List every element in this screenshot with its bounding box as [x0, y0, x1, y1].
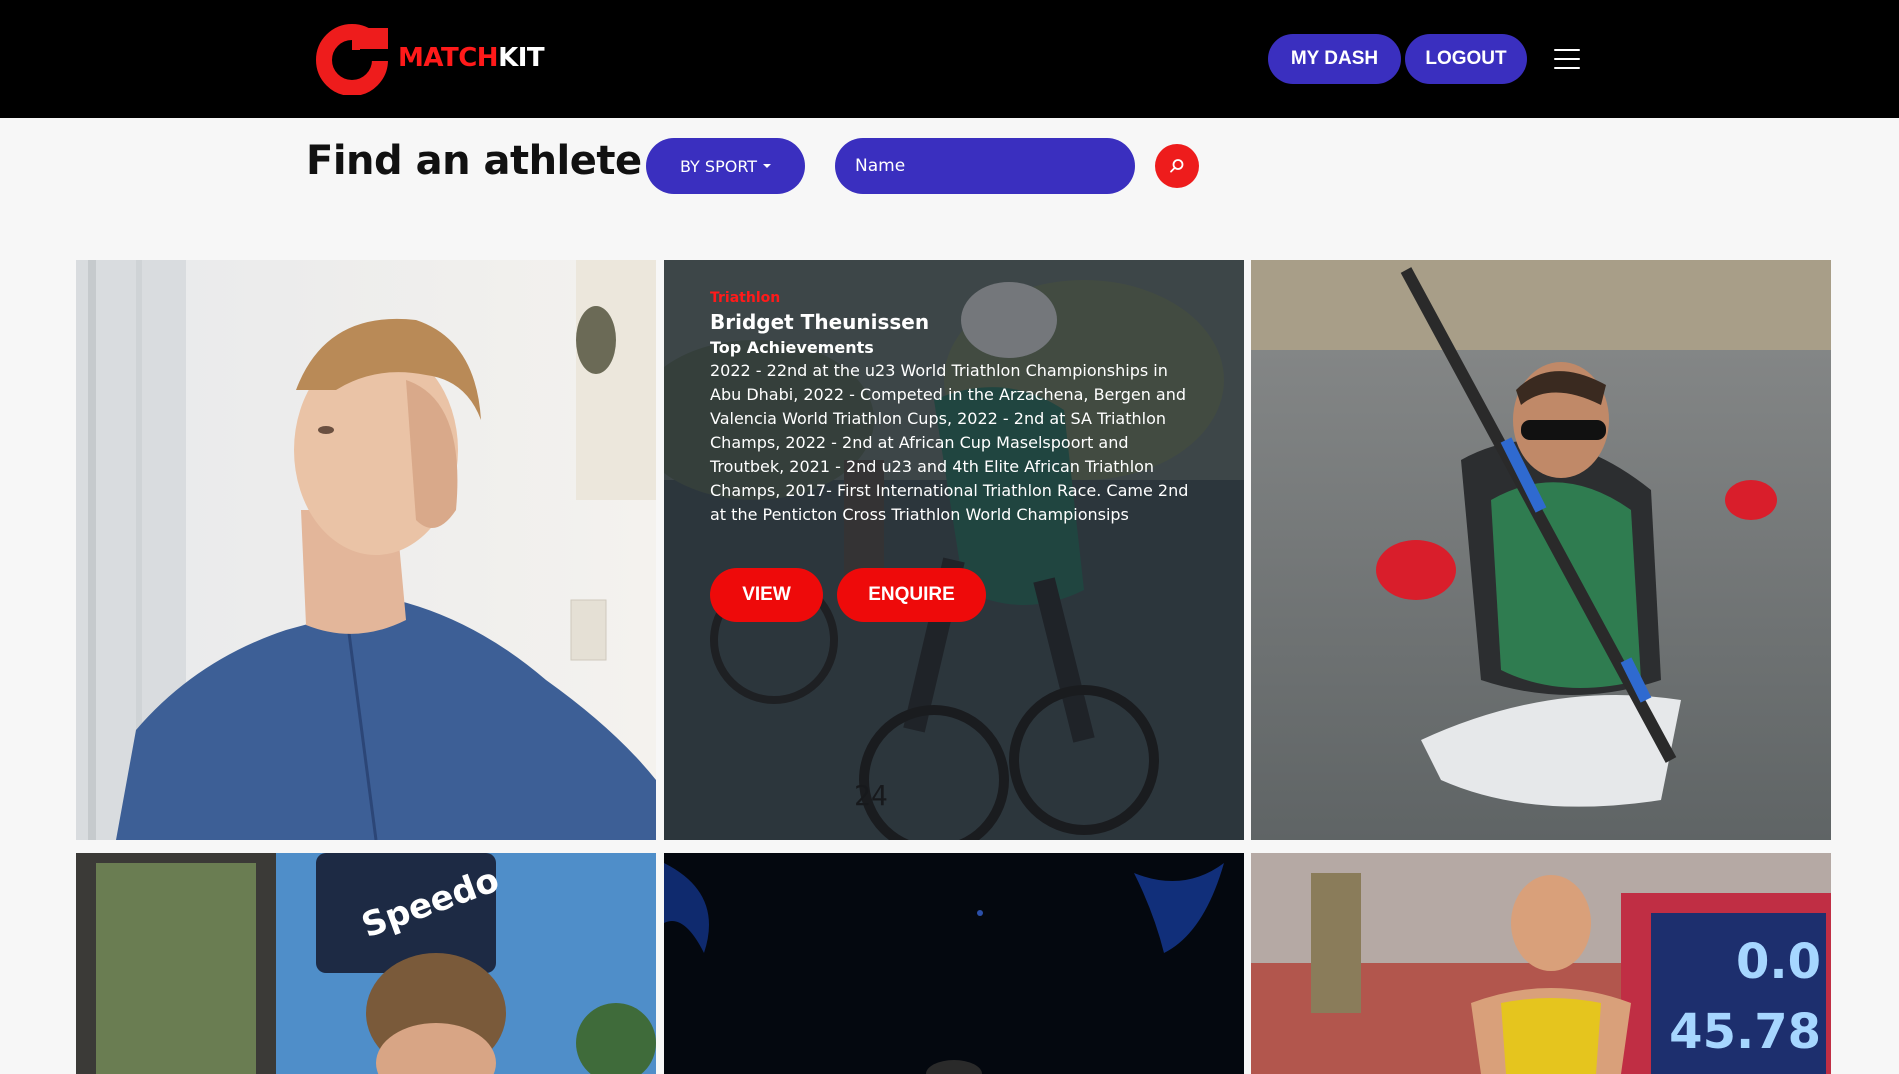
sport-filter-label: BY SPORT: [679, 156, 758, 176]
brand-wordmark: MATCHKIT: [398, 42, 545, 73]
site-header: MATCHKIT MY DASH LOGOUT: [0, 0, 1899, 118]
search-button[interactable]: [1155, 144, 1199, 188]
view-button[interactable]: VIEW: [710, 568, 823, 622]
hamburger-icon[interactable]: [1554, 49, 1580, 69]
athlete-card[interactable]: [1251, 260, 1831, 840]
athlete-details: Triathlon Bridget Theunissen Top Achieve…: [710, 290, 1200, 527]
athlete-card[interactable]: 0.0 45.78: [1251, 853, 1831, 1074]
name-search-input[interactable]: [835, 138, 1135, 194]
athlete-card[interactable]: [664, 853, 1244, 1074]
athlete-photo: [664, 853, 1244, 1074]
enquire-button[interactable]: ENQUIRE: [837, 568, 986, 622]
scoreboard-time: 45.78: [1669, 1004, 1821, 1060]
scoreboard-reading: 0.0: [1736, 934, 1821, 990]
achievements-text: 2022 - 22nd at the u23 World Triathlon C…: [710, 361, 1189, 524]
my-dash-button[interactable]: MY DASH: [1268, 34, 1401, 84]
matchkit-logo-icon: [316, 24, 390, 95]
athlete-name: Bridget Theunissen: [710, 310, 930, 334]
athlete-photo: Speedo: [76, 853, 656, 1074]
achievements-heading: Top Achievements: [710, 338, 874, 357]
search-icon: [1170, 159, 1184, 173]
athlete-photo: [1251, 260, 1831, 840]
logout-button[interactable]: LOGOUT: [1405, 34, 1527, 84]
card-actions: VIEW ENQUIRE: [710, 568, 986, 622]
sport-filter-dropdown[interactable]: BY SPORT: [646, 138, 805, 194]
athlete-photo: 0.0 45.78: [1251, 853, 1831, 1074]
athlete-card[interactable]: [76, 260, 656, 840]
page-title: Find an athlete: [306, 138, 642, 184]
brand-logo[interactable]: MATCHKIT: [315, 20, 545, 95]
featured-athlete-card[interactable]: 24 Triathlon Bridget Theunissen Top Achi…: [664, 260, 1244, 840]
athlete-sport: Triathlon: [710, 290, 781, 306]
chevron-down-icon: [763, 164, 772, 168]
athlete-card[interactable]: Speedo: [76, 853, 656, 1074]
athlete-photo: [76, 260, 656, 840]
